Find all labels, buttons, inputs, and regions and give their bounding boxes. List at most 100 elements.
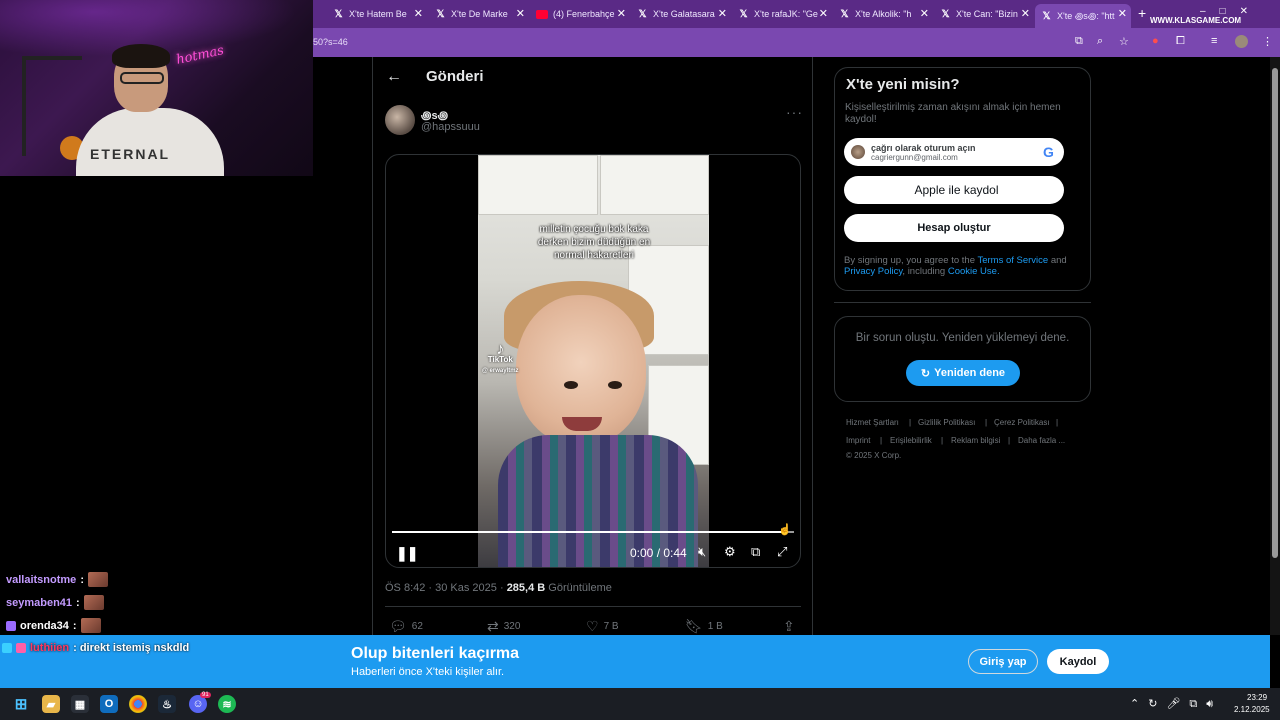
chat-message: orenda34:: [6, 618, 101, 633]
browser-tab[interactable]: (4) Fenerbahçe ✕: [530, 4, 630, 24]
refresh-icon: ↻: [920, 367, 931, 380]
chat-username: vallaitsnotme: [6, 573, 77, 586]
stream-watermark: WWW.KLASGAME.COM: [1150, 16, 1242, 25]
x-logo-icon: 𝕏: [1042, 10, 1051, 22]
browser-tab[interactable]: 𝕏 X'te Can: "Bizin ✕: [934, 4, 1034, 24]
retry-button[interactable]: ↻ Yeniden dene: [906, 360, 1020, 386]
close-icon[interactable]: ✕: [617, 7, 626, 20]
extensions-puzzle-icon[interactable]: ⧠: [1176, 35, 1185, 48]
mouse-cursor-icon: ☝: [778, 524, 792, 536]
clock-time[interactable]: 23:29: [1247, 693, 1267, 702]
footer-accessibility-link[interactable]: Erişilebilirlik: [890, 436, 932, 445]
bookmark-icon: 🔖︎: [685, 618, 703, 634]
login-button[interactable]: Giriş yap: [968, 649, 1038, 674]
url-text[interactable]: 50?s=46: [313, 37, 348, 47]
steam-icon[interactable]: ♨: [158, 695, 176, 713]
bookmark-button[interactable]: 🔖︎ 1 B: [685, 618, 723, 635]
browser-tab[interactable]: 𝕏 X'te Alkolik: "h ✕: [833, 4, 933, 24]
system-tray[interactable]: ⌃↻🎤︎⧉🔊︎: [1130, 697, 1222, 711]
video-time: 0:00 / 0:44: [630, 546, 687, 560]
browser-tab[interactable]: 𝕏 X'te Hatem Be ✕: [327, 4, 427, 24]
chat-badge-icon: [16, 643, 26, 653]
like-button[interactable]: ♡ 7 B: [586, 618, 619, 635]
author-handle[interactable]: @hapssuuu: [421, 121, 480, 133]
settings-gear-icon[interactable]: ⚙: [724, 544, 736, 560]
x-logo-icon: 𝕏: [840, 8, 849, 20]
tiktok-icon: ♪: [496, 341, 505, 358]
register-button[interactable]: Kaydol: [1047, 649, 1109, 674]
privacy-policy-link[interactable]: Privacy Policy: [844, 266, 902, 277]
install-app-icon[interactable]: ⧉: [1075, 35, 1083, 48]
apple-signup-button[interactable]: Apple ile kaydol: [844, 176, 1064, 204]
footer-separator: |: [1008, 436, 1011, 445]
fullscreen-icon[interactable]: ⤢: [777, 544, 787, 560]
close-icon[interactable]: ✕: [920, 7, 929, 20]
back-arrow-icon[interactable]: ←: [386, 68, 402, 86]
file-explorer-icon[interactable]: ▰: [42, 695, 60, 713]
create-account-button[interactable]: Hesap oluştur: [844, 214, 1064, 242]
footer-separator: |: [880, 436, 883, 445]
browser-tab[interactable]: 𝕏 X'te rafaJK: "Ge ✕: [732, 4, 832, 24]
video-progress-fill: [392, 531, 782, 533]
x-logo-icon: 𝕏: [739, 8, 748, 20]
cookie-use-link[interactable]: Cookie Use.: [948, 266, 1000, 277]
browser-tab[interactable]: 𝕏 X'te Galatasara ✕: [631, 4, 731, 24]
close-icon[interactable]: ✕: [819, 7, 828, 20]
footer-ads-link[interactable]: Reklam bilgisi: [951, 436, 1000, 445]
chat-message: vallaitsnotme:: [6, 572, 108, 587]
browser-tab-active[interactable]: 𝕏 X'te ꩜s꩜: "htt ✕: [1035, 4, 1131, 28]
clock-date[interactable]: 2.12.2025: [1234, 705, 1270, 714]
banner-title: Olup bitenleri kaçırma: [351, 645, 520, 662]
browser-address-bar: [313, 28, 1280, 57]
video-progress-bar[interactable]: [392, 531, 794, 533]
extension-icon[interactable]: ●: [1152, 35, 1159, 47]
view-count: 285,4 B: [506, 582, 546, 594]
terms-text: By signing up, you agree to the Terms of…: [844, 255, 1067, 277]
windows-start-icon[interactable]: ⊞: [12, 695, 30, 713]
repost-button[interactable]: ⇄ 320: [487, 618, 520, 635]
banner-subtitle: Haberleri önce X'teki kişiler alır.: [351, 666, 505, 678]
footer-more-link[interactable]: Daha fazla ...: [1018, 436, 1065, 445]
chat-message: luthiien: direkt istemiş nskdld: [2, 642, 189, 654]
footer-privacy-link[interactable]: Gizlilik Politikası: [918, 418, 975, 427]
footer-terms-link[interactable]: Hizmet Şartları: [846, 418, 899, 427]
outlook-icon[interactable]: O: [100, 695, 118, 713]
footer-copyright: © 2025 X Corp.: [846, 451, 902, 460]
terms-of-service-link[interactable]: Terms of Service: [977, 255, 1048, 266]
divider: [385, 606, 801, 607]
footer-separator: |: [941, 436, 944, 445]
close-icon[interactable]: ✕: [718, 7, 727, 20]
scrollbar-thumb[interactable]: [1272, 68, 1278, 558]
bookmark-star-icon[interactable]: ☆: [1119, 35, 1129, 48]
close-icon[interactable]: ✕: [414, 7, 423, 20]
footer-imprint-link[interactable]: Imprint: [846, 436, 870, 445]
tiktok-watermark: ♪ TikTok @ erwayltmz: [482, 341, 519, 375]
media-control-icon[interactable]: ≡: [1211, 35, 1217, 47]
chat-emote: [87, 572, 108, 587]
column-divider: [372, 57, 373, 635]
reply-button[interactable]: 💬︎ 62: [389, 618, 423, 635]
store-icon[interactable]: ▦: [71, 695, 89, 713]
video-player[interactable]: milletin çocuğu bok kaka derken bizim dü…: [385, 154, 801, 568]
close-icon[interactable]: ✕: [516, 7, 525, 20]
share-icon: ⇪: [783, 618, 795, 634]
close-icon[interactable]: ✕: [1021, 7, 1030, 20]
browser-tab[interactable]: 𝕏 X'te De Marke ✕: [429, 4, 529, 24]
author-avatar[interactable]: [385, 105, 415, 135]
profile-avatar[interactable]: [1235, 35, 1248, 48]
footer-cookie-link[interactable]: Çerez Politikası: [994, 418, 1050, 427]
pause-button[interactable]: ❚❚: [396, 545, 418, 562]
chat-badge-icon: [6, 620, 16, 631]
more-options-icon[interactable]: ···: [786, 104, 803, 120]
google-account-avatar: [851, 145, 865, 159]
menu-icon[interactable]: ⋮: [1262, 35, 1273, 48]
x-logo-icon: 𝕏: [941, 8, 950, 20]
share-button[interactable]: ⇪: [783, 618, 795, 635]
mute-icon[interactable]: 🔇︎: [698, 544, 706, 560]
new-tab-button[interactable]: +: [1138, 5, 1146, 21]
spotify-icon[interactable]: ≋: [218, 695, 236, 713]
chrome-icon[interactable]: [129, 695, 147, 713]
zoom-icon[interactable]: ⌕: [1097, 35, 1103, 48]
close-icon[interactable]: ✕: [1118, 7, 1127, 20]
picture-in-picture-icon[interactable]: ⧉: [751, 544, 760, 560]
